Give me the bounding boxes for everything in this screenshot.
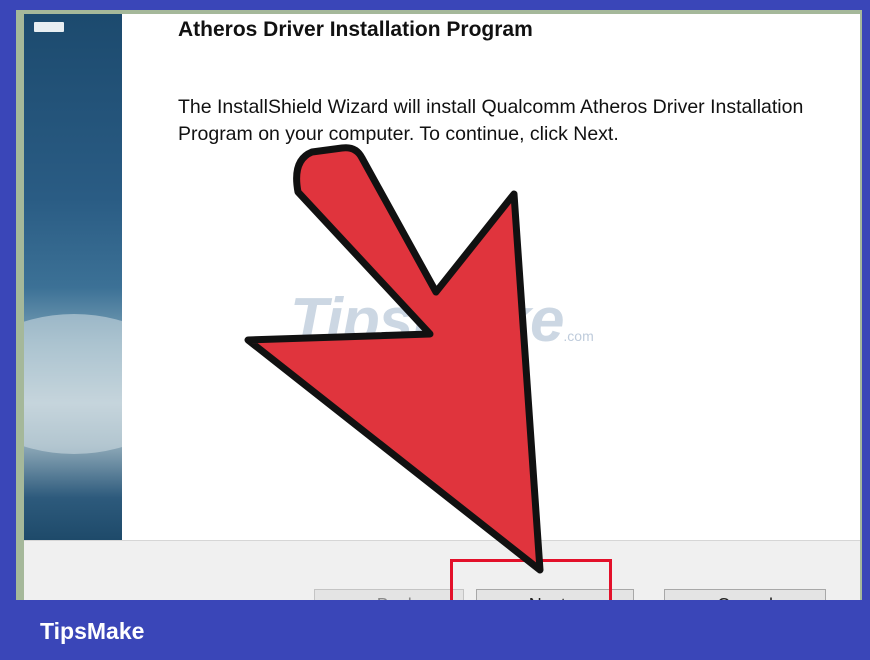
red-arrow-icon: [244, 144, 544, 574]
footer-brand: TipsMake: [40, 618, 145, 644]
